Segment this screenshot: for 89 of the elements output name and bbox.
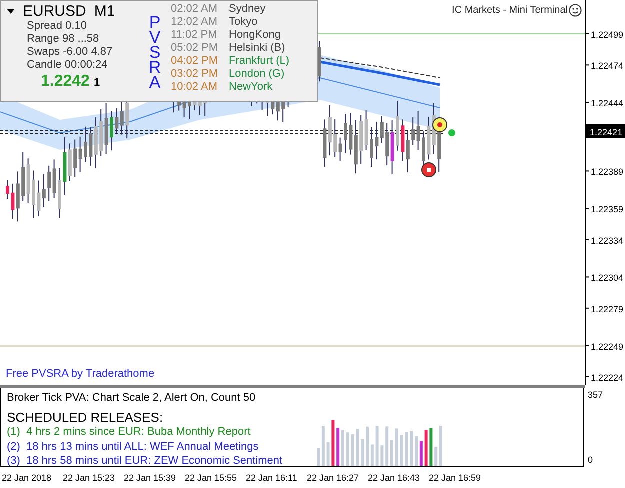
time-label: 22 Jan 15:39 [124,472,178,482]
volume-bar [370,444,374,466]
volume-bar [326,442,330,466]
volume-bar [317,448,320,466]
price-value: 1.2242 [41,73,90,91]
broker-label: IC Markets - Mini Terminal [452,5,568,16]
target-marker-icon [432,118,448,132]
time-label: 22 Jan 2018 [2,472,53,482]
price-label: 1.22334 [591,236,624,246]
release-text: 18 hrs 58 mins until EUR: ZEW Economic Sentiment [26,454,283,468]
volume-bar [366,426,369,466]
spread-text: Spread 0.10 [26,20,88,33]
volume-bar [342,430,344,466]
session-city: Sydney [229,3,266,16]
price-label: 1.22444 [591,98,624,109]
price-label: 1.22279 [591,304,624,314]
dropdown-icon[interactable] [7,8,15,14]
session-time: 02:02 AM [171,3,218,16]
volume-bar [410,430,414,466]
volume-bar [376,426,379,466]
price-digit: 1 [94,77,100,89]
volume-bar [356,429,360,466]
session-city: NewYork [229,81,273,94]
session-city: Helsinki (B) [229,42,286,55]
volume-bar [351,434,354,466]
volume-bar [386,426,389,466]
session-time: 10:02 AM [171,81,218,94]
indicator-letter: A [149,75,161,90]
session-city: Tokyo [229,16,258,29]
price-label: 1.22359 [591,204,624,215]
indicator-letter: R [148,60,162,75]
indicator-header: Broker Tick PVA: Chart Scale 2, Alert On, Count 50 [7,392,257,404]
volume-bar [380,446,384,466]
credit-text: Free PVSRA by Traderathome [6,368,155,380]
timeframe-label: M1 [94,3,116,20]
time-label: 22 Jan 15:23 [63,472,116,482]
volume-bar [390,440,394,466]
range-text: Range 98 ...58 [26,33,100,46]
volume-bar [430,428,433,466]
price-label: 1.22389 [591,167,624,178]
indicator-letter: P [149,15,161,30]
stop-marker-icon [422,162,436,178]
price-label: 1.22304 [591,273,624,284]
price-label: 1.22499 [591,30,624,40]
indicator-letter: V [149,30,161,45]
session-city: Frankfurt (L) [229,55,290,68]
volume-axis-label: 357 [588,390,604,400]
volume-bar [400,435,404,466]
time-label: 22 Jan 16:59 [429,472,482,482]
volume-bar [332,420,335,466]
volume-bar [346,432,350,466]
price-label: 1.22249 [591,342,624,352]
volume-bar [440,426,442,466]
session-time: 03:02 PM [171,68,220,81]
session-time: 12:02 AM [171,16,218,29]
symbol-label: EURUSD [23,3,86,20]
candle-timer-text: Candle 00:00:24 [26,59,109,72]
price-label: 1.22224 [591,373,624,383]
volume-bar [336,428,340,466]
volume-bar [434,447,438,466]
current-price-label: 1.22421 [586,124,625,138]
smiley-icon[interactable] [569,4,582,17]
session-city: HongKong [229,29,281,42]
volume-bar [420,441,423,466]
volume-bar [322,426,325,466]
release-number: (1) [7,425,20,440]
volume-bar [415,436,418,466]
release-number: (3) [7,454,20,468]
releases-title: SCHEDULED RELEASES: [7,410,164,425]
time-label: 22 Jan 15:55 [185,472,238,482]
session-time: 04:02 PM [171,55,220,68]
dot-marker-icon [448,130,456,136]
session-time: 11:02 PM [171,29,218,42]
time-label: 22 Jan 16:27 [307,472,360,482]
price-label: 1.22474 [591,61,624,72]
session-time: 05:02 PM [171,42,220,55]
indicator-letter: S [149,45,161,60]
volume-bar [361,439,364,466]
swaps-text: Swaps -6.00 4.87 [26,46,114,59]
volume-axis-label: 0 [588,455,594,465]
time-label: 22 Jan 16:43 [368,472,422,482]
time-label: 22 Jan 16:11 [246,472,298,482]
volume-bar [405,432,408,466]
session-city: London (G) [229,68,285,81]
volume-bar [424,430,428,466]
release-text: 18 hrs 13 mins until ALL: WEF Annual Meetings [26,440,259,454]
release-number: (2) [7,440,20,454]
volume-bar [395,428,398,466]
release-text: 4 hrs 2 mins since EUR: Buba Monthly Report [26,425,251,440]
